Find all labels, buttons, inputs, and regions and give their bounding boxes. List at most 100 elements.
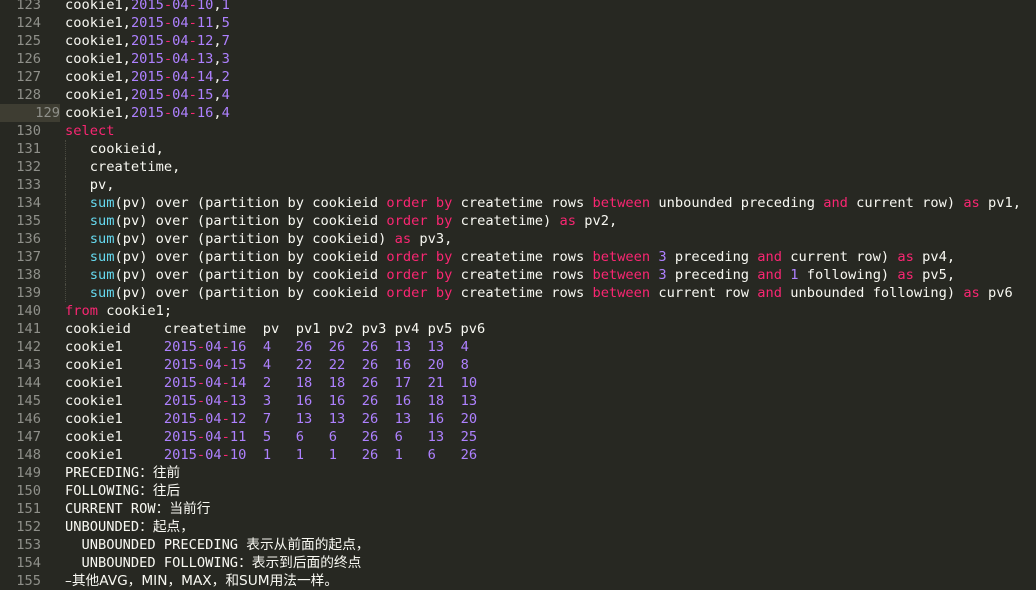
code-text: pv, (65, 177, 115, 193)
keyword-token: and (823, 195, 848, 211)
code-line[interactable]: 151 CURRENT ROW：当前行 (0, 500, 1036, 518)
comment-text: ：往后 (139, 483, 181, 499)
code-line[interactable]: 125 cookie1,2015-04-12,7 (0, 32, 1036, 50)
line-number-label: 148 (16, 447, 41, 463)
number-token: 04 (205, 393, 222, 409)
number-token: 2015 (163, 411, 197, 427)
code-line[interactable]: 132 createtime, (0, 158, 1036, 176)
number-token: 2015 (130, 51, 164, 67)
function-token: sum (89, 231, 115, 247)
line-content: from cookie1; (65, 302, 172, 320)
line-number: 126 (0, 50, 41, 68)
code-line[interactable]: 135 sum(pv) over (partition by cookieid … (0, 212, 1036, 230)
line-content: cookie1,2015-04-11,5 (65, 14, 230, 32)
code-line[interactable]: 126 cookie1,2015-04-13,3 (0, 50, 1036, 68)
code-line[interactable]: 133 pv, (0, 176, 1036, 194)
code-line[interactable]: 131 cookieid, (0, 140, 1036, 158)
code-line[interactable]: 141 cookieid createtime pv pv1 pv2 pv3 pv… (0, 320, 1036, 338)
code-line[interactable]: 154 UNBOUNDED FOLLOWING：表示到后面的终点 (0, 554, 1036, 572)
line-number-label: 127 (16, 69, 41, 85)
line-content: sum(pv) over (partition by cookieid) as … (65, 230, 453, 248)
keyword-token: from (65, 303, 98, 319)
line-number-label: 139 (16, 285, 41, 301)
number-token: 13 (196, 51, 214, 67)
line-number-label: 135 (16, 213, 41, 229)
line-number-label: 129 (35, 105, 60, 121)
line-number-label: 144 (16, 375, 41, 391)
code-line[interactable]: 144 cookie1 2015-04-14 2 18 18 26 17 21 1… (0, 374, 1036, 392)
code-line[interactable]: 137 sum(pv) over (partition by cookieid … (0, 248, 1036, 266)
comment-text: 表示从前面的起点， (246, 537, 370, 553)
line-number: 151 (0, 500, 41, 518)
line-number-label: 128 (16, 87, 41, 103)
number-token: 7 (221, 33, 230, 49)
number-token: 04 (172, 69, 189, 85)
line-content: cookie1 2015-04-12 7 13 13 26 13 16 20 (65, 410, 477, 428)
line-number-label: 123 (16, 0, 41, 13)
code-line[interactable]: 128 cookie1,2015-04-15,4 (0, 86, 1036, 104)
line-number: 148 (0, 446, 41, 464)
code-line[interactable]: 146 cookie1 2015-04-12 7 13 13 26 13 16 2… (0, 410, 1036, 428)
line-number-label: 132 (16, 159, 41, 175)
line-content: cookie1 2015-04-10 1 1 1 26 1 6 26 (65, 446, 477, 464)
number-token: 04 (205, 411, 222, 427)
code-editor[interactable]: 123 cookie1,2015-04-10,1 124 cookie1,2015-0… (0, 0, 1036, 590)
keyword-token: between (592, 195, 651, 211)
code-line[interactable]: 148 cookie1 2015-04-10 1 1 1 26 1 6 26 (0, 446, 1036, 464)
code-line[interactable]: 123 cookie1,2015-04-10,1 (0, 0, 1036, 14)
number-token: 04 (205, 375, 222, 391)
code-line[interactable]: 143 cookie1 2015-04-15 4 22 22 26 16 20 8 (0, 356, 1036, 374)
number-token: 5 (221, 15, 230, 31)
code-line[interactable]: 153 UNBOUNDED PRECEDING 表示从前面的起点， (0, 536, 1036, 554)
number-token: 3 (221, 51, 230, 67)
line-content: sum(pv) over (partition by cookieid orde… (65, 212, 617, 230)
line-content: cookieid, (65, 140, 164, 158)
line-number: 144 (0, 374, 41, 392)
code-text: , (213, 105, 222, 121)
code-line[interactable]: 124 cookie1,2015-04-11,5 (0, 14, 1036, 32)
code-line[interactable]: 142 cookie1 2015-04-16 4 26 26 26 13 13 4 (0, 338, 1036, 356)
code-line[interactable]: 130 select (0, 122, 1036, 140)
line-content: pv, (65, 176, 115, 194)
number-token: 3 (658, 249, 667, 265)
operator-token: - (221, 339, 230, 355)
function-token: sum (89, 267, 115, 283)
number-token: 13 (229, 393, 247, 409)
code-text: cookie1 (65, 411, 164, 427)
code-line[interactable]: 140 from cookie1; (0, 302, 1036, 320)
code-line[interactable]: 152 UNBOUNDED：起点， (0, 518, 1036, 536)
keyword-token: and (757, 267, 783, 283)
number-token: 16 (196, 105, 214, 121)
code-text: (pv) over (partition by cookieid (114, 249, 387, 265)
function-token: sum (89, 213, 115, 229)
code-line[interactable]: 150 FOLLOWING：往后 (0, 482, 1036, 500)
code-text: cookie1 (65, 339, 164, 355)
line-content: cookie1 2015-04-16 4 26 26 26 13 13 4 (65, 338, 469, 356)
code-line[interactable]: 134 sum(pv) over (partition by cookieid … (0, 194, 1036, 212)
keyword-token: as (963, 195, 980, 211)
number-token: 4 (221, 87, 230, 103)
code-line[interactable]: 147 cookie1 2015-04-11 5 6 6 26 6 13 25 (0, 428, 1036, 446)
code-text: (pv) over (partition by cookieid (114, 213, 387, 229)
comment-text: ：表示到后面的终点 (238, 555, 362, 571)
line-number-label: 131 (16, 141, 41, 157)
number-token: 04 (172, 0, 189, 13)
code-line[interactable]: 149 PRECEDING：往前 (0, 464, 1036, 482)
code-line[interactable]: 139 sum(pv) over (partition by cookieid … (0, 284, 1036, 302)
number-token: 04 (205, 429, 222, 445)
code-line[interactable]: 155 –其他AVG，MIN，MAX，和SUM用法一样。 (0, 572, 1036, 590)
comment-text: –其他AVG，MIN，MAX，和SUM用法一样。 (65, 573, 339, 589)
code-line[interactable]: 127 cookie1,2015-04-14,2 (0, 68, 1036, 86)
number-token: 04 (172, 105, 189, 121)
code-text: cookieid createtime pv pv1 pv2 pv3 pv4 p… (65, 321, 486, 337)
code-line[interactable]: 145 cookie1 2015-04-13 3 16 16 26 16 18 1… (0, 392, 1036, 410)
code-line[interactable]: 136 sum(pv) over (partition by cookieid)… (0, 230, 1036, 248)
operator-token: - (163, 0, 173, 13)
code-line[interactable]: 129 cookie1,2015-04-16,4 (0, 104, 1036, 122)
line-content: FOLLOWING：往后 (65, 482, 180, 500)
line-content: cookie1,2015-04-13,3 (65, 50, 230, 68)
code-line[interactable]: 138 sum(pv) over (partition by cookieid … (0, 266, 1036, 284)
